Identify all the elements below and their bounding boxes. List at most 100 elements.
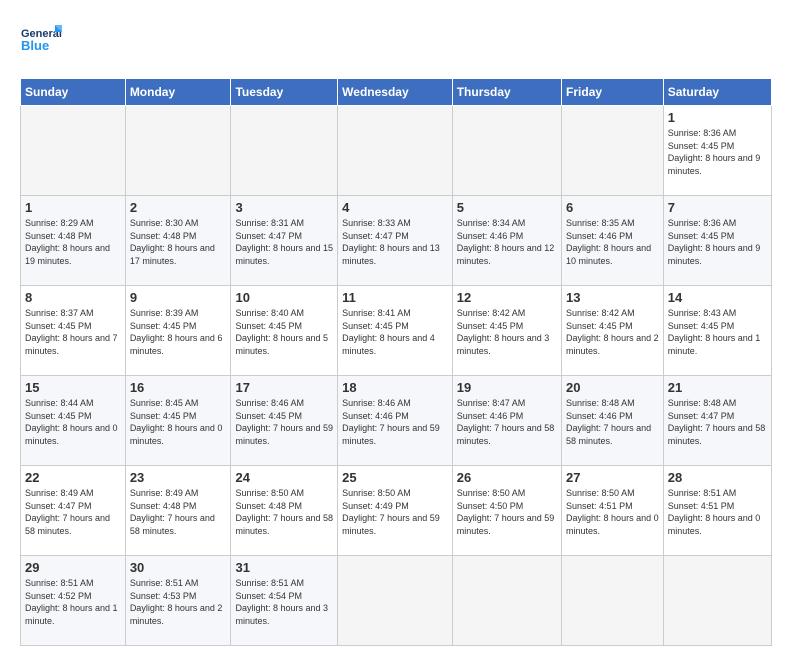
day-info: Sunrise: 8:36 AMSunset: 4:45 PMDaylight:… [668, 217, 767, 267]
day-info: Sunrise: 8:41 AMSunset: 4:45 PMDaylight:… [342, 307, 448, 357]
day-info: Sunrise: 8:39 AMSunset: 4:45 PMDaylight:… [130, 307, 227, 357]
calendar-cell: 23 Sunrise: 8:49 AMSunset: 4:48 PMDayligh… [125, 466, 231, 556]
day-info: Sunrise: 8:40 AMSunset: 4:45 PMDaylight:… [235, 307, 333, 357]
day-info: Sunrise: 8:51 AMSunset: 4:51 PMDaylight:… [668, 487, 767, 537]
calendar-cell: 30 Sunrise: 8:51 AMSunset: 4:53 PMDayligh… [125, 556, 231, 646]
day-info: Sunrise: 8:35 AMSunset: 4:46 PMDaylight:… [566, 217, 659, 267]
calendar-cell: 29 Sunrise: 8:51 AMSunset: 4:52 PMDayligh… [21, 556, 126, 646]
day-info: Sunrise: 8:50 AMSunset: 4:50 PMDaylight:… [457, 487, 557, 537]
day-info: Sunrise: 8:37 AMSunset: 4:45 PMDaylight:… [25, 307, 121, 357]
calendar-cell [562, 106, 664, 196]
day-number: 14 [668, 290, 767, 305]
day-info: Sunrise: 8:51 AMSunset: 4:54 PMDaylight:… [235, 577, 333, 627]
day-number: 10 [235, 290, 333, 305]
calendar-cell: 22 Sunrise: 8:49 AMSunset: 4:47 PMDayligh… [21, 466, 126, 556]
day-info: Sunrise: 8:46 AMSunset: 4:45 PMDaylight:… [235, 397, 333, 447]
day-number: 29 [25, 560, 121, 575]
day-number: 6 [566, 200, 659, 215]
calendar-cell: 20 Sunrise: 8:48 AMSunset: 4:46 PMDayligh… [562, 376, 664, 466]
calendar-cell: 10 Sunrise: 8:40 AMSunset: 4:45 PMDayligh… [231, 286, 338, 376]
day-info: Sunrise: 8:29 AMSunset: 4:48 PMDaylight:… [25, 217, 121, 267]
dow-tuesday: Tuesday [231, 79, 338, 106]
day-info: Sunrise: 8:50 AMSunset: 4:49 PMDaylight:… [342, 487, 448, 537]
page-header: General Blue [20, 20, 772, 62]
calendar-cell: 14 Sunrise: 8:43 AMSunset: 4:45 PMDayligh… [663, 286, 771, 376]
day-number: 17 [235, 380, 333, 395]
calendar-cell: 25 Sunrise: 8:50 AMSunset: 4:49 PMDayligh… [338, 466, 453, 556]
calendar-table: SundayMondayTuesdayWednesdayThursdayFrid… [20, 78, 772, 646]
day-number: 23 [130, 470, 227, 485]
calendar-cell: 6 Sunrise: 8:35 AMSunset: 4:46 PMDaylight… [562, 196, 664, 286]
calendar-week-3: 15 Sunrise: 8:44 AMSunset: 4:45 PMDayligh… [21, 376, 772, 466]
calendar-cell [562, 556, 664, 646]
day-number: 2 [130, 200, 227, 215]
day-number: 15 [25, 380, 121, 395]
day-info: Sunrise: 8:34 AMSunset: 4:46 PMDaylight:… [457, 217, 557, 267]
calendar-cell: 21Sunrise: 8:48 AMSunset: 4:47 PMDayligh… [663, 376, 771, 466]
day-number: 21 [668, 380, 767, 395]
calendar-cell: 12 Sunrise: 8:42 AMSunset: 4:45 PMDayligh… [452, 286, 561, 376]
calendar-cell [663, 556, 771, 646]
calendar-cell [338, 106, 453, 196]
calendar-cell: 9 Sunrise: 8:39 AMSunset: 4:45 PMDaylight… [125, 286, 231, 376]
day-number: 13 [566, 290, 659, 305]
day-number: 12 [457, 290, 557, 305]
svg-text:Blue: Blue [21, 38, 49, 53]
day-number: 22 [25, 470, 121, 485]
dow-monday: Monday [125, 79, 231, 106]
day-info: Sunrise: 8:49 AMSunset: 4:47 PMDaylight:… [25, 487, 121, 537]
day-number: 5 [457, 200, 557, 215]
day-info: Sunrise: 8:49 AMSunset: 4:48 PMDaylight:… [130, 487, 227, 537]
calendar-cell [338, 556, 453, 646]
day-info: Sunrise: 8:50 AMSunset: 4:48 PMDaylight:… [235, 487, 333, 537]
day-number: 7 [668, 200, 767, 215]
day-number: 11 [342, 290, 448, 305]
dow-sunday: Sunday [21, 79, 126, 106]
calendar-week-2: 8Sunrise: 8:37 AMSunset: 4:45 PMDaylight… [21, 286, 772, 376]
calendar-cell: 8Sunrise: 8:37 AMSunset: 4:45 PMDaylight… [21, 286, 126, 376]
day-info: Sunrise: 8:51 AMSunset: 4:53 PMDaylight:… [130, 577, 227, 627]
day-number: 4 [342, 200, 448, 215]
day-info: Sunrise: 8:47 AMSunset: 4:46 PMDaylight:… [457, 397, 557, 447]
calendar-cell [125, 106, 231, 196]
calendar-week-0: 1Sunrise: 8:36 AMSunset: 4:45 PMDaylight… [21, 106, 772, 196]
day-info: Sunrise: 8:51 AMSunset: 4:52 PMDaylight:… [25, 577, 121, 627]
day-info: Sunrise: 8:42 AMSunset: 4:45 PMDaylight:… [566, 307, 659, 357]
day-number: 9 [130, 290, 227, 305]
calendar-cell: 4 Sunrise: 8:33 AMSunset: 4:47 PMDaylight… [338, 196, 453, 286]
day-number: 1 [25, 200, 121, 215]
calendar-cell: 16Sunrise: 8:45 AMSunset: 4:45 PMDayligh… [125, 376, 231, 466]
day-info: Sunrise: 8:42 AMSunset: 4:45 PMDaylight:… [457, 307, 557, 357]
day-number: 24 [235, 470, 333, 485]
day-info: Sunrise: 8:33 AMSunset: 4:47 PMDaylight:… [342, 217, 448, 267]
calendar-week-1: 1 Sunrise: 8:29 AMSunset: 4:48 PMDaylight… [21, 196, 772, 286]
dow-saturday: Saturday [663, 79, 771, 106]
calendar-cell: 28Sunrise: 8:51 AMSunset: 4:51 PMDayligh… [663, 466, 771, 556]
calendar-cell [231, 106, 338, 196]
day-number: 20 [566, 380, 659, 395]
calendar-cell: 15 Sunrise: 8:44 AMSunset: 4:45 PMDayligh… [21, 376, 126, 466]
day-number: 30 [130, 560, 227, 575]
calendar-cell: 11 Sunrise: 8:41 AMSunset: 4:45 PMDayligh… [338, 286, 453, 376]
day-info: Sunrise: 8:30 AMSunset: 4:48 PMDaylight:… [130, 217, 227, 267]
dow-friday: Friday [562, 79, 664, 106]
calendar-cell: 5 Sunrise: 8:34 AMSunset: 4:46 PMDaylight… [452, 196, 561, 286]
day-info: Sunrise: 8:48 AMSunset: 4:46 PMDaylight:… [566, 397, 659, 447]
calendar-cell: 13 Sunrise: 8:42 AMSunset: 4:45 PMDayligh… [562, 286, 664, 376]
day-number: 27 [566, 470, 659, 485]
calendar-body: 1 Sunrise: 8:36 AMSunset: 4:45 PMDaylight… [21, 106, 772, 646]
day-info: Sunrise: 8:45 AMSunset: 4:45 PMDaylight:… [130, 397, 227, 447]
calendar-cell: 1Sunrise: 8:36 AMSunset: 4:45 PMDaylight… [663, 106, 771, 196]
day-number: 3 [235, 200, 333, 215]
day-info: Sunrise: 8:44 AMSunset: 4:45 PMDaylight:… [25, 397, 121, 447]
calendar-cell [21, 106, 126, 196]
dow-thursday: Thursday [452, 79, 561, 106]
logo-svg: General Blue [20, 20, 62, 62]
dow-wednesday: Wednesday [338, 79, 453, 106]
calendar-cell: 17 Sunrise: 8:46 AMSunset: 4:45 PMDayligh… [231, 376, 338, 466]
calendar-cell [452, 106, 561, 196]
day-number: 25 [342, 470, 448, 485]
calendar-cell [452, 556, 561, 646]
day-info: Sunrise: 8:43 AMSunset: 4:45 PMDaylight:… [668, 307, 767, 357]
calendar-cell: 24 Sunrise: 8:50 AMSunset: 4:48 PMDayligh… [231, 466, 338, 556]
